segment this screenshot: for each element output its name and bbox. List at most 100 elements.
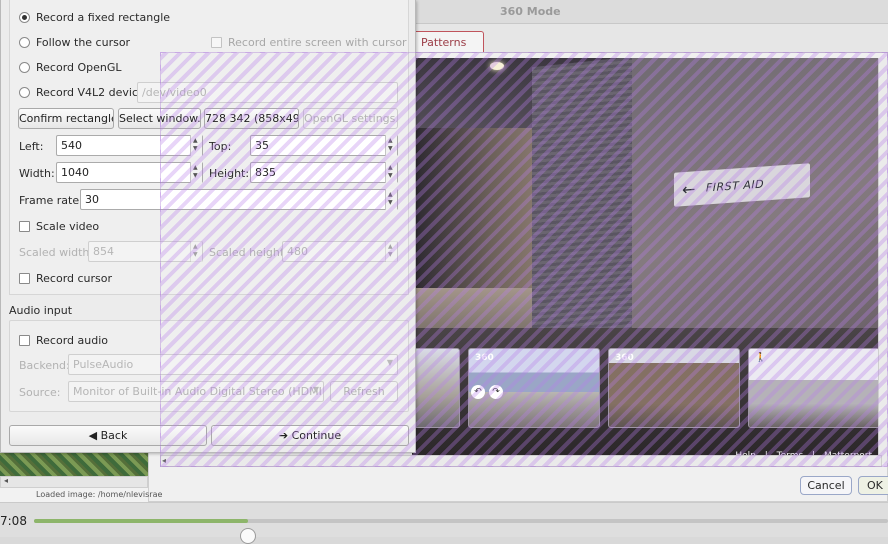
opengl-settings-button: OpenGL settings... (303, 108, 398, 129)
source-select: Monitor of Built-in Audio Digital Stereo… (68, 381, 324, 402)
walking-person-icon: 🚶 (755, 353, 767, 363)
left-input[interactable]: 540 (56, 135, 203, 156)
checkbox-label: Record audio (36, 334, 108, 347)
scaled-height-input: 480 (282, 241, 398, 262)
continue-button[interactable]: ➔ Continue (211, 425, 409, 446)
frame-rate-label: Frame rate: (19, 194, 83, 207)
record-cursor-checkbox[interactable]: Record cursor (19, 272, 112, 285)
height-input[interactable]: 835 (250, 162, 398, 183)
backend-select: PulseAudio ▼ (68, 354, 398, 375)
record-audio-checkbox[interactable]: Record audio (19, 334, 108, 347)
scaled-height-spinner: ▲ ▼ (385, 241, 397, 262)
option-label: Follow the cursor (36, 36, 131, 49)
panorama-360-icon: 360 (615, 353, 634, 363)
frame-rate-input[interactable]: 30 (80, 189, 398, 210)
arrow-right-icon: ➔ (278, 429, 289, 442)
backend-value: PulseAudio (73, 358, 134, 371)
scaled-width-spinner: ▲ ▼ (190, 241, 202, 262)
arrow-left-icon: ← (682, 178, 696, 199)
top-spinner[interactable]: ▲ ▼ (385, 135, 397, 156)
thumbnail[interactable]: 🚶 (748, 348, 878, 428)
checkbox-label: Scale video (36, 220, 100, 233)
checkbox (211, 37, 222, 48)
width-spinner[interactable]: ▲ ▼ (190, 162, 202, 183)
option-follow-cursor[interactable]: Follow the cursor (19, 36, 130, 49)
seek-progress (34, 519, 248, 523)
scaled-width-input: 854 (88, 241, 203, 262)
audio-input-heading: Audio input (9, 304, 73, 317)
seek-slider[interactable] (34, 519, 888, 544)
media-bar: 7:08 (0, 502, 888, 544)
option-label: Record V4L2 device (36, 86, 145, 99)
panorama-360-icon: 360 (475, 353, 494, 363)
select-window-button[interactable]: Select window... (118, 108, 201, 129)
source-label: Source: (19, 386, 61, 399)
seek-handle[interactable] (239, 528, 256, 544)
thumbnail[interactable]: 360 ↶ ↷ (468, 348, 600, 428)
radio-button[interactable] (19, 62, 30, 73)
sign-text: FIRST AID (705, 176, 765, 195)
thumbnail-strip: 360 ↶ ↷ 360 🚶 (412, 348, 878, 430)
height-label: Height: (209, 167, 250, 180)
checkbox[interactable] (19, 335, 30, 346)
cancel-button[interactable]: Cancel (800, 476, 852, 495)
top-label: Top: (209, 140, 232, 153)
left-spinner[interactable]: ▲ ▼ (190, 135, 202, 156)
continue-button-label: Continue (291, 429, 342, 442)
checkbox-label: Record cursor (36, 272, 113, 285)
thumbnail[interactable]: 360 (608, 348, 740, 428)
wall (626, 58, 878, 350)
scaled-width-label: Scaled width: (19, 246, 94, 259)
radio-button[interactable] (19, 87, 30, 98)
option-label: Record a fixed rectangle (36, 11, 171, 24)
left-label: Left: (19, 140, 44, 153)
width-label: Width: (19, 167, 55, 180)
v4l2-device-field: /dev/video0 (137, 82, 398, 103)
checkbox[interactable] (19, 273, 30, 284)
size-display-button[interactable]: 728 342 (858x490) (204, 108, 299, 129)
option-label: Record OpenGL (36, 61, 122, 74)
image-preview (0, 452, 148, 476)
height-spinner[interactable]: ▲ ▼ (385, 162, 397, 183)
chevron-down-icon: ▼ (312, 385, 319, 394)
backend-label: Backend: (19, 359, 70, 372)
refresh-button: Refresh (330, 381, 398, 402)
radio-button[interactable] (19, 37, 30, 48)
scale-video-checkbox[interactable]: Scale video (19, 220, 99, 233)
scroll-left-arrow-icon[interactable]: ◂ (4, 476, 8, 485)
option-fixed-rectangle[interactable]: Record a fixed rectangle (19, 11, 170, 24)
status-text: Loaded image: /home/nlevisrae (36, 490, 163, 499)
radio-button[interactable] (19, 12, 30, 23)
option-record-opengl[interactable]: Record OpenGL (19, 61, 122, 74)
horizontal-scrollbar[interactable]: ◂ (160, 455, 882, 467)
chevron-down-icon: ▼ (386, 358, 393, 367)
scaled-height-label: Scaled height: (209, 246, 288, 259)
louvre-wall-panel (532, 58, 632, 353)
recording-settings-dialog: Record a fixed rectangle Follow the curs… (0, 0, 416, 453)
nav-previous-icon[interactable]: ↶ (471, 385, 485, 399)
option-record-v4l2[interactable]: Record V4L2 device (19, 86, 145, 99)
tab-patterns[interactable]: Patterns (410, 31, 484, 53)
scroll-left-arrow-icon[interactable]: ◂ (162, 456, 166, 465)
ceiling-light (490, 62, 504, 70)
ok-button[interactable]: OK (858, 476, 888, 495)
nav-next-icon[interactable]: ↷ (489, 385, 503, 399)
time-display: 7:08 (0, 514, 27, 528)
top-input[interactable]: 35 (250, 135, 398, 156)
width-input[interactable]: 1040 (56, 162, 203, 183)
back-button-label: Back (100, 429, 128, 442)
checkbox-label: Record entire screen with cursor (228, 36, 407, 49)
source-value: Monitor of Built-in Audio Digital Stereo… (73, 385, 324, 398)
window-title: 360 Mode (500, 5, 561, 18)
panorama-view[interactable]: ← FIRST AID 360 ↶ ↷ 360 🚶 Help | Terms |… (412, 58, 878, 463)
horizontal-scrollbar[interactable]: ◂ (0, 476, 148, 488)
thumbnail[interactable] (412, 348, 460, 428)
vertical-scrollbar[interactable] (878, 58, 888, 463)
checkbox[interactable] (19, 221, 30, 232)
back-button[interactable]: ◀ Back (9, 425, 207, 446)
confirm-rectangle-button[interactable]: Confirm rectangle (18, 108, 114, 129)
frame-rate-spinner[interactable]: ▲ ▼ (385, 189, 397, 210)
arrow-left-icon: ◀ (88, 429, 98, 442)
tab-label: Patterns (421, 36, 467, 49)
record-entire-screen-checkbox: Record entire screen with cursor (211, 36, 407, 49)
